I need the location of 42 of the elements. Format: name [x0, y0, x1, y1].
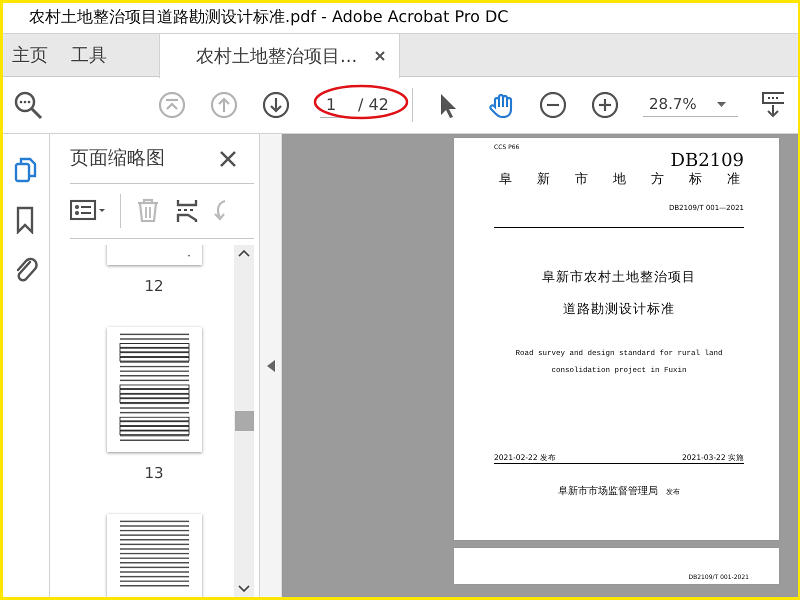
document-title: 道路勘测设计标准 [562, 300, 676, 318]
pages-button[interactable] [13, 156, 39, 184]
search-button[interactable] [13, 90, 43, 120]
issuer: 阜新市市场监督管理局 [558, 484, 658, 499]
zoom-out-icon [539, 91, 567, 119]
tab[interactable]: 主页 [3, 34, 62, 77]
page-thumbnail[interactable] [106, 327, 202, 452]
search-icon [13, 90, 43, 120]
standard-code: DB2109 [670, 152, 744, 170]
page-thumbnail[interactable] [106, 514, 202, 597]
zoom-in-icon [591, 91, 619, 119]
insert-page-icon [175, 198, 199, 224]
page-thumbnail[interactable] [106, 245, 202, 265]
close-icon [220, 150, 236, 166]
tab[interactable]: 工具 [62, 34, 121, 77]
hand-button[interactable] [487, 91, 515, 119]
scroll-down-icon[interactable] [238, 585, 250, 593]
close-icon[interactable] [375, 51, 386, 61]
collapse-arrow-icon[interactable] [266, 360, 274, 372]
page-total: / 42 [358, 94, 389, 116]
document-tab[interactable]: 农村土地整治项目... [159, 34, 400, 78]
standard-type: 阜新市地方标准 [499, 171, 744, 189]
scrollbar-thumb[interactable] [234, 411, 254, 431]
panel-title: 页面缩略图 [70, 146, 165, 172]
trash-icon [135, 198, 161, 224]
page-number: 13 [144, 462, 164, 484]
insert-page-button[interactable] [175, 198, 199, 224]
document-title: 阜新市农村土地整治项目 [541, 269, 697, 287]
page-number-field[interactable]: 1 [320, 92, 350, 118]
keyboard-icon [762, 92, 784, 118]
zoom-in-button[interactable] [591, 91, 619, 119]
scroll-up-icon[interactable] [238, 249, 250, 257]
caret-icon [716, 102, 726, 107]
zoom-out-button[interactable] [539, 91, 567, 119]
first-page-icon [158, 91, 186, 119]
page-number: 12 [144, 276, 164, 297]
down-arrow-button[interactable] [262, 91, 290, 119]
pages-icon [13, 156, 39, 184]
panel-close-button[interactable] [220, 150, 236, 166]
hand-icon [487, 91, 515, 119]
more-tools-button[interactable] [762, 92, 784, 118]
zoom-dropdown[interactable]: 28.7% [643, 93, 738, 117]
